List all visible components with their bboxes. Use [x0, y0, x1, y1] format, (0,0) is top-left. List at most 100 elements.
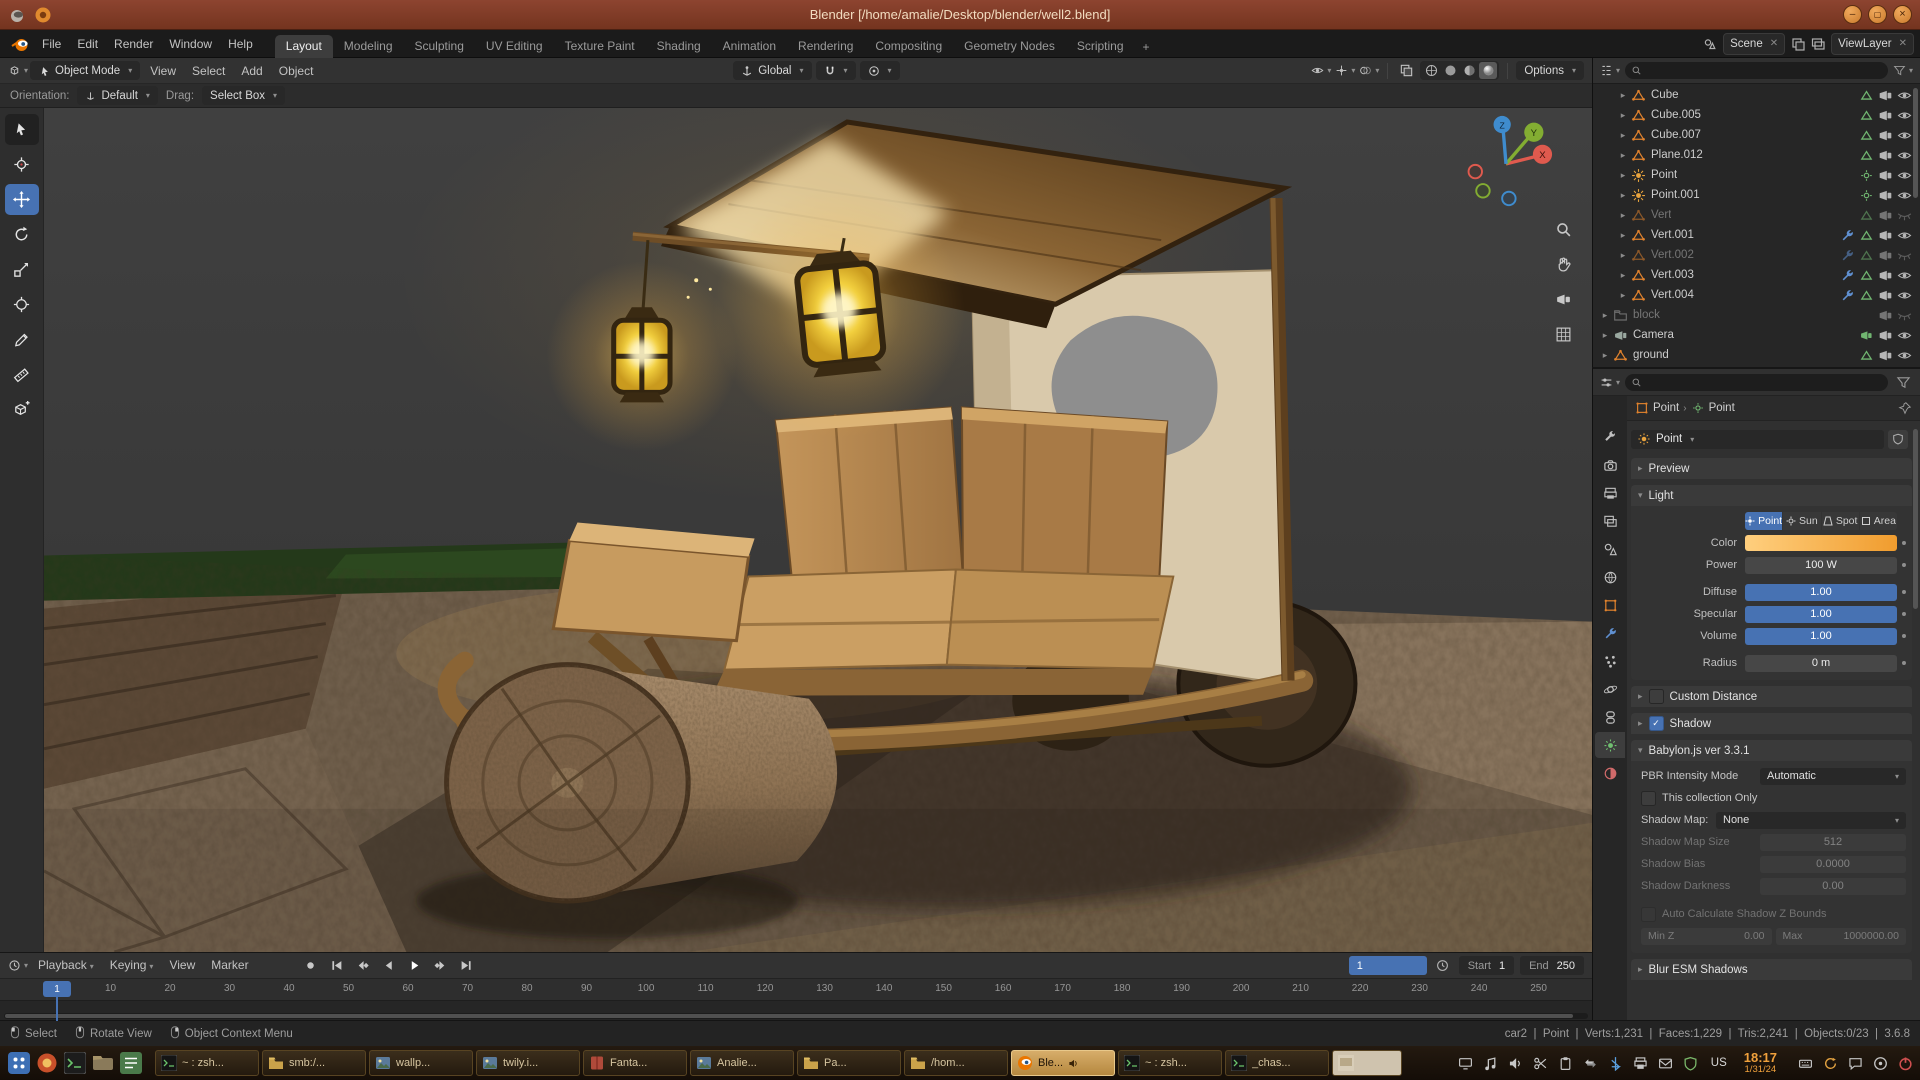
- pin-icon[interactable]: [1898, 401, 1912, 415]
- gizmo-y-label[interactable]: Y: [1531, 128, 1538, 139]
- workspace-tab-rendering[interactable]: Rendering: [787, 35, 864, 58]
- outliner-item-plane.012[interactable]: ▸ Plane.012: [1593, 145, 1920, 165]
- max-z-field[interactable]: Max 1000000.00: [1776, 928, 1907, 945]
- overlays-dropdown[interactable]: [1359, 61, 1379, 80]
- outliner-item-cube[interactable]: ▸ Cube: [1593, 85, 1920, 105]
- shadow-map-size-field[interactable]: 512: [1760, 834, 1906, 851]
- eye-icon[interactable]: [1897, 188, 1912, 203]
- launcher-app-menu-icon[interactable]: [6, 1050, 32, 1076]
- timeline-scrollbar[interactable]: [4, 1013, 1588, 1019]
- jump-end-button[interactable]: [455, 956, 479, 975]
- outliner-editor-type-dropdown[interactable]: [1600, 61, 1620, 80]
- keying-clock-icon[interactable]: [1433, 956, 1453, 975]
- transform-orientation-dropdown[interactable]: Global: [733, 61, 811, 80]
- taskbar-window-7[interactable]: /hom...: [904, 1050, 1008, 1076]
- light-type-point[interactable]: Point: [1745, 512, 1782, 530]
- tool-cursor[interactable]: [5, 149, 39, 180]
- view-layer-selector[interactable]: ViewLayer ✕: [1831, 33, 1914, 55]
- shadow-bias-field[interactable]: 0.0000: [1760, 856, 1906, 873]
- tool-annotate[interactable]: [5, 324, 39, 355]
- expand-icon[interactable]: ▸: [1617, 270, 1629, 281]
- end-frame-field[interactable]: End250: [1520, 956, 1584, 975]
- tool-measure[interactable]: [5, 359, 39, 390]
- mesh-data-icon[interactable]: [1859, 228, 1874, 243]
- scene-selector[interactable]: Scene ✕: [1723, 33, 1785, 55]
- properties-tab-output[interactable]: [1595, 480, 1625, 506]
- panel-babylon[interactable]: ▾ Babylon.js ver 3.3.1: [1631, 740, 1912, 761]
- launcher-web-browser-icon[interactable]: [34, 1050, 60, 1076]
- timeline-ruler[interactable]: 1102030405060708090100110120130140150160…: [0, 979, 1592, 1001]
- power-field[interactable]: 100 W: [1745, 557, 1897, 574]
- timeline-menu-marker[interactable]: Marker: [203, 953, 256, 979]
- eye-icon[interactable]: [1897, 328, 1912, 343]
- animate-dot[interactable]: [1902, 634, 1906, 638]
- taskbar-window-6[interactable]: Pa...: [797, 1050, 901, 1076]
- taskbar-window-8[interactable]: Ble...: [1011, 1050, 1115, 1076]
- expand-icon[interactable]: ▸: [1617, 290, 1629, 301]
- tray-keyboard-icon[interactable]: [1796, 1054, 1814, 1072]
- prev-keyframe-button[interactable]: [351, 956, 375, 975]
- properties-tab-physics[interactable]: [1595, 676, 1625, 702]
- keyboard-layout-indicator[interactable]: US: [1711, 1057, 1727, 1069]
- animate-dot[interactable]: [1902, 541, 1906, 545]
- animate-dot[interactable]: [1902, 661, 1906, 665]
- tray-volume-icon[interactable]: [1507, 1054, 1525, 1072]
- play-button[interactable]: [403, 956, 427, 975]
- outliner-item-point.001[interactable]: ▸ Point.001: [1593, 185, 1920, 205]
- play-reverse-button[interactable]: [377, 956, 401, 975]
- maximize-button[interactable]: [1868, 5, 1887, 24]
- workspace-tab-uv-editing[interactable]: UV Editing: [475, 35, 554, 58]
- menu-help[interactable]: Help: [220, 37, 261, 51]
- eye-closed-icon[interactable]: [1897, 248, 1912, 263]
- record-button[interactable]: [299, 956, 323, 975]
- outliner-item-cube.005[interactable]: ▸ Cube.005: [1593, 105, 1920, 125]
- taskbar-window-1[interactable]: smb:/...: [262, 1050, 366, 1076]
- specular-slider[interactable]: 1.00: [1745, 606, 1897, 623]
- workspace-tab-layout[interactable]: Layout: [275, 35, 333, 58]
- outliner-item-point[interactable]: ▸ Point: [1593, 165, 1920, 185]
- tray-display-icon[interactable]: [1457, 1054, 1475, 1072]
- outliner-search-input[interactable]: [1625, 62, 1888, 79]
- gizmo-neg-y[interactable]: [1476, 184, 1489, 197]
- outliner-scrollbar[interactable]: [1913, 88, 1918, 198]
- custom-distance-checkbox[interactable]: [1649, 689, 1664, 704]
- viewport-menu-object[interactable]: Object: [271, 58, 322, 84]
- expand-icon[interactable]: ▸: [1617, 150, 1629, 161]
- add-workspace-button[interactable]: +: [1135, 36, 1158, 58]
- mesh-data-icon[interactable]: [1859, 208, 1874, 223]
- expand-icon[interactable]: ▸: [1599, 310, 1611, 321]
- animate-dot[interactable]: [1902, 563, 1906, 567]
- volume-slider[interactable]: 1.00: [1745, 628, 1897, 645]
- light-data-icon[interactable]: [1859, 168, 1874, 183]
- viewport-menu-select[interactable]: Select: [184, 58, 233, 84]
- gizmo-z-label[interactable]: Z: [1500, 120, 1505, 130]
- properties-scrollbar[interactable]: [1913, 429, 1918, 609]
- shading-rendered-icon[interactable]: [1479, 62, 1497, 79]
- wrench-icon[interactable]: [1840, 228, 1855, 243]
- gizmos-dropdown[interactable]: [1335, 61, 1355, 80]
- eye-icon[interactable]: [1897, 128, 1912, 143]
- render-visibility-icon[interactable]: [1878, 348, 1893, 363]
- collection-only-checkbox[interactable]: [1641, 791, 1656, 806]
- shading-solid-icon[interactable]: [1441, 62, 1459, 79]
- tray-update-icon[interactable]: [1821, 1054, 1839, 1072]
- mesh-data-icon[interactable]: [1859, 108, 1874, 123]
- properties-tab-world[interactable]: [1595, 564, 1625, 590]
- tray-printer-icon[interactable]: [1632, 1054, 1650, 1072]
- properties-tab-material[interactable]: [1595, 760, 1625, 786]
- eye-icon[interactable]: [1897, 228, 1912, 243]
- workspace-tab-compositing[interactable]: Compositing: [864, 35, 953, 58]
- light-color-swatch[interactable]: [1745, 535, 1897, 551]
- properties-tab-constraints[interactable]: [1595, 704, 1625, 730]
- light-datablock-selector[interactable]: Point: [1631, 430, 1884, 449]
- playhead[interactable]: 1: [43, 981, 71, 997]
- panel-preview[interactable]: ▸ Preview: [1631, 458, 1912, 479]
- breadcrumb-data[interactable]: Point: [1709, 402, 1735, 414]
- next-keyframe-button[interactable]: [429, 956, 453, 975]
- menu-window[interactable]: Window: [161, 37, 220, 51]
- taskbar-window-9[interactable]: ~ : zsh...: [1118, 1050, 1222, 1076]
- outliner-item-vert[interactable]: ▸ Vert: [1593, 205, 1920, 225]
- render-visibility-icon[interactable]: [1878, 208, 1893, 223]
- outliner-item-vert.004[interactable]: ▸ Vert.004: [1593, 285, 1920, 305]
- tray-shield-icon[interactable]: [1682, 1054, 1700, 1072]
